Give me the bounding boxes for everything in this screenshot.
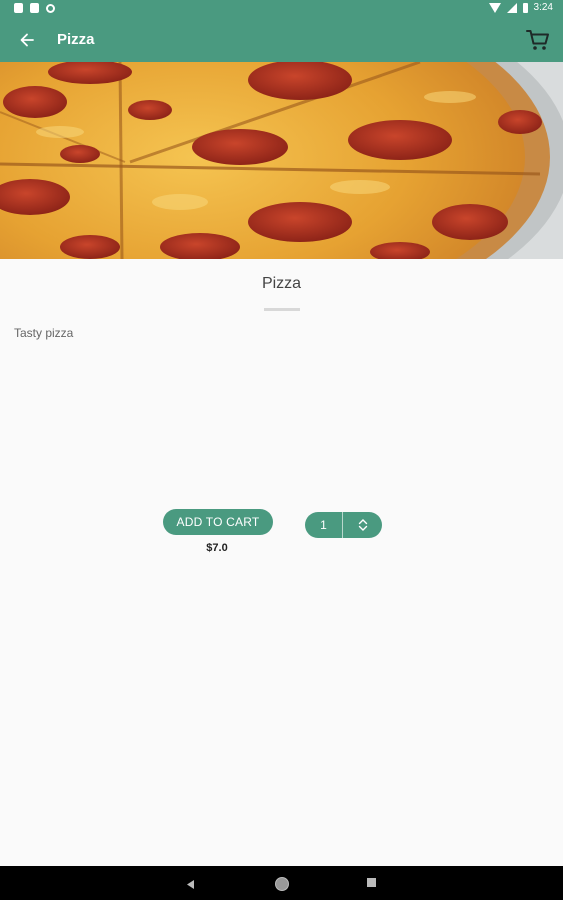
stepper-divider [342, 512, 343, 538]
app-bar: Pizza [0, 18, 563, 62]
chevron-up-icon[interactable] [358, 518, 368, 525]
nav-home-icon[interactable] [275, 877, 289, 891]
title-divider [264, 308, 300, 311]
status-bar: 3:24 [0, 0, 563, 18]
clock: 3:24 [533, 2, 553, 13]
quantity-value[interactable]: 1 [305, 518, 342, 532]
wifi-icon [488, 2, 501, 13]
product-image [0, 62, 563, 259]
back-arrow-icon[interactable] [15, 26, 39, 54]
product-name: Pizza [261, 275, 302, 292]
shopping-cart-icon[interactable] [525, 27, 551, 53]
signal-icon [506, 2, 517, 13]
notification-icons [14, 3, 55, 13]
product-price: $7.0 [206, 542, 228, 554]
page-title: Pizza [57, 31, 95, 48]
add-to-cart-button[interactable]: ADD TO CART [163, 509, 273, 535]
system-status: 3:24 [488, 2, 553, 13]
nav-recents-icon[interactable] [367, 878, 376, 887]
sync-icon [46, 3, 55, 13]
pizza-image [0, 62, 563, 259]
product-description: Tasty pizza [14, 326, 74, 340]
stepper-arrows [343, 512, 382, 538]
battery-icon [522, 2, 528, 13]
sd-card-icon [30, 3, 39, 13]
quantity-stepper[interactable]: 1 [305, 512, 382, 538]
chevron-down-icon[interactable] [358, 525, 368, 532]
nav-back-icon[interactable] [185, 877, 195, 895]
notification-icon [14, 3, 23, 13]
system-nav-bar [0, 866, 563, 900]
